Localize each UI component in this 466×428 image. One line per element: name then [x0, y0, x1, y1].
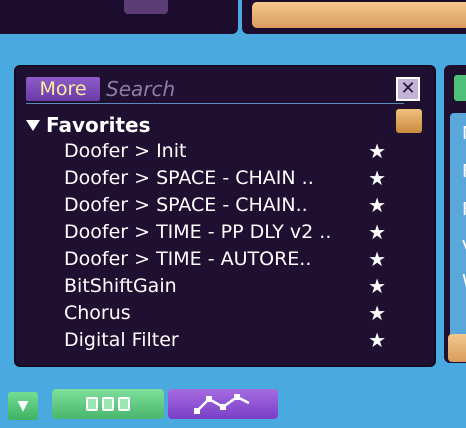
item-label: Doofer > TIME - AUTORE..	[64, 248, 312, 270]
slot-icon	[118, 397, 130, 411]
star-icon[interactable]: ★	[368, 165, 386, 192]
right-partial-panel: M F F V W	[444, 65, 466, 363]
star-icon[interactable]: ★	[368, 273, 386, 300]
item-label: Digital Filter	[64, 329, 179, 351]
slot-icon	[102, 397, 114, 411]
list-item[interactable]: Chorus ★	[64, 300, 386, 327]
param-label: M	[462, 123, 466, 144]
list-item[interactable]: Digital Filter ★	[64, 327, 386, 354]
favorites-list: Doofer > Init ★ Doofer > SPACE - CHAIN ..…	[64, 138, 386, 354]
list-item[interactable]: Doofer > SPACE - CHAIN .. ★	[64, 165, 386, 192]
list-item[interactable]: BitShiftGain ★	[64, 273, 386, 300]
item-label: Doofer > SPACE - CHAIN ..	[64, 167, 314, 189]
star-icon[interactable]: ★	[368, 192, 386, 219]
envelope-icon	[194, 394, 250, 414]
param-label: F	[462, 199, 466, 220]
item-label: Doofer > TIME - PP DLY v2 ..	[64, 221, 332, 243]
list-item[interactable]: Doofer > SPACE - CHAIN.. ★	[64, 192, 386, 219]
right-param-area: M F F V W	[450, 113, 466, 353]
item-label: BitShiftGain	[64, 275, 177, 297]
search-input[interactable]	[104, 77, 398, 101]
item-label: Doofer > Init	[64, 140, 187, 162]
triangle-down-icon	[26, 119, 40, 131]
star-icon[interactable]: ★	[368, 246, 386, 273]
section-title: Favorites	[46, 113, 151, 137]
star-icon[interactable]: ★	[368, 300, 386, 327]
top-slider-bar[interactable]	[252, 2, 466, 28]
list-item[interactable]: Doofer > TIME - AUTORE.. ★	[64, 246, 386, 273]
top-right-panel	[242, 0, 466, 34]
star-icon[interactable]: ★	[368, 138, 386, 165]
param-label: V	[462, 237, 466, 258]
collapse-button[interactable]: ▼	[8, 392, 38, 420]
slot-icon	[86, 397, 98, 411]
close-icon[interactable]: ✕	[396, 77, 420, 101]
param-label: W	[462, 271, 466, 292]
favorites-section-header[interactable]: Favorites	[26, 112, 151, 138]
list-item[interactable]: Doofer > TIME - PP DLY v2 .. ★	[64, 219, 386, 246]
slots-view-button[interactable]	[52, 389, 164, 419]
scrollbar-handle[interactable]	[396, 109, 422, 133]
envelope-view-button[interactable]	[168, 389, 278, 419]
right-orange-bar[interactable]	[448, 334, 466, 362]
top-left-panel	[0, 0, 238, 34]
star-icon[interactable]: ★	[368, 327, 386, 354]
right-green-button[interactable]	[454, 75, 466, 101]
star-icon[interactable]: ★	[368, 219, 386, 246]
list-item[interactable]: Doofer > Init ★	[64, 138, 386, 165]
more-button[interactable]: More	[26, 77, 100, 101]
item-label: Doofer > SPACE - CHAIN..	[64, 194, 308, 216]
item-label: Chorus	[64, 302, 131, 324]
top-knob[interactable]	[124, 0, 168, 14]
param-label: F	[462, 161, 466, 182]
device-browser-panel: More ✕ Favorites Doofer > Init ★ Doofer >…	[14, 65, 436, 367]
browser-header: More	[26, 77, 404, 104]
